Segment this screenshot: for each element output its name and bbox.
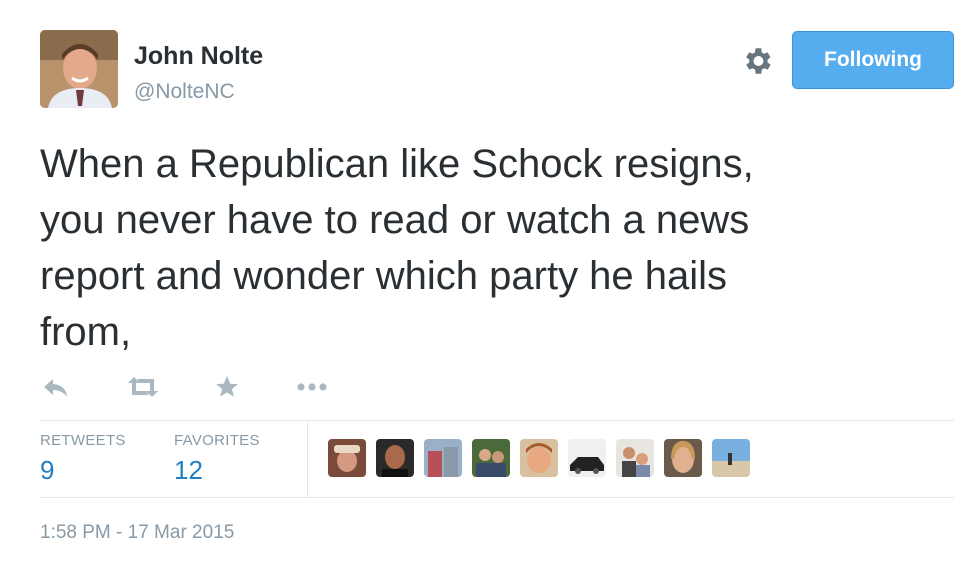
tweet-text: When a Republican like Schock resigns, y… — [40, 136, 940, 360]
favoriter-avatar[interactable] — [376, 439, 414, 477]
favorite-icon[interactable] — [214, 372, 240, 402]
retweets-count: 9 — [40, 455, 55, 485]
favoriter-avatar[interactable] — [424, 439, 462, 477]
tweet-line: When a Republican like Schock resigns, — [40, 142, 754, 186]
tweet-line: report and wonder which party he hails — [40, 254, 728, 298]
favorites-label: FAVORITES — [174, 432, 260, 449]
favoriter-avatar[interactable] — [616, 439, 654, 477]
timestamp[interactable]: 1:58 PM - 17 Mar 2015 — [40, 522, 234, 544]
retweet-icon[interactable] — [126, 372, 160, 402]
gear-icon[interactable] — [740, 44, 774, 78]
tweet-line: from, — [40, 310, 132, 354]
author-handle[interactable]: @NolteNC — [134, 80, 235, 104]
more-icon[interactable] — [296, 372, 328, 402]
author-name[interactable]: John Nolte — [134, 42, 263, 71]
tweet-line: you never have to read or watch a news — [40, 198, 750, 242]
reply-icon[interactable] — [42, 372, 70, 402]
divider — [307, 421, 308, 497]
divider — [40, 497, 954, 498]
favoriter-avatar[interactable] — [472, 439, 510, 477]
avatar[interactable] — [40, 30, 118, 108]
divider — [40, 420, 954, 421]
following-button[interactable]: Following — [792, 31, 954, 89]
favoriter-avatar[interactable] — [328, 439, 366, 477]
retweets-label: RETWEETS — [40, 432, 126, 449]
favoriter-avatar[interactable] — [664, 439, 702, 477]
favorites-count: 12 — [174, 455, 203, 485]
favoriter-avatar[interactable] — [712, 439, 750, 477]
avatar-photo — [40, 30, 118, 108]
following-button-label: Following — [824, 48, 922, 71]
favoriter-avatar[interactable] — [520, 439, 558, 477]
favoriter-avatar[interactable] — [568, 439, 606, 477]
